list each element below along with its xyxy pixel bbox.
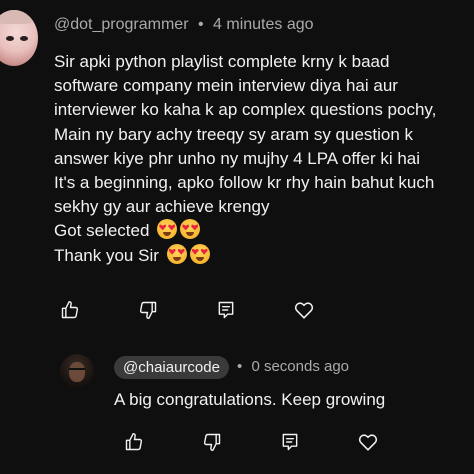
comment-meta: @dot_programmer • 4 minutes ago: [54, 16, 314, 34]
thumbs-down-icon: [203, 433, 221, 452]
comment-line: answer kiye phr unho ny mujhy 4 LPA offe…: [54, 148, 421, 168]
comment-line-thank-you: Thank you Sir: [54, 243, 474, 268]
thumbs-down-icon: [139, 301, 157, 320]
thumbs-up-icon: [61, 300, 79, 319]
comment-line: sekhy gy aur achieve krengy: [54, 197, 270, 217]
comment-timestamp[interactable]: 4 minutes ago: [213, 16, 314, 33]
heart-button[interactable]: [292, 298, 316, 322]
reply-icon: [282, 433, 298, 451]
heart-eyes-emoji-icon: [180, 219, 201, 240]
reply-icon: [218, 301, 234, 319]
like-button[interactable]: [58, 298, 82, 322]
comment-line: software company mein interview diya hai…: [54, 76, 398, 96]
comment-line-got-selected: Got selected: [54, 219, 474, 243]
reply-body: A big congratulations. Keep growing: [114, 390, 386, 409]
reply-button[interactable]: [214, 298, 238, 322]
reply-actions: [122, 430, 434, 454]
heart-eyes-emoji-icon: [166, 243, 187, 264]
meta-separator: •: [237, 358, 243, 375]
reply-heart-button[interactable]: [356, 430, 380, 454]
reply-timestamp[interactable]: 0 seconds ago: [251, 358, 349, 375]
comment-actions: [58, 298, 370, 322]
commenter-avatar[interactable]: [0, 10, 38, 66]
meta-separator: •: [197, 16, 204, 33]
reply-dislike-button[interactable]: [200, 430, 224, 454]
reply-meta: • 0 seconds ago: [237, 358, 349, 375]
comment-author[interactable]: @dot_programmer: [54, 16, 189, 33]
reply-like-button[interactable]: [122, 430, 146, 454]
comment-line: It's a beginning, apko follow kr rhy hai…: [54, 173, 435, 193]
thumbs-up-icon: [125, 432, 143, 451]
reply-author-avatar[interactable]: [60, 354, 94, 388]
reply-reply-button[interactable]: [278, 430, 302, 454]
comment-line: interviewer ko kaha k ap complex questio…: [54, 100, 437, 120]
comment-line: Main ny bary achy treeqy sy aram sy ques…: [54, 124, 414, 144]
heart-eyes-emoji-icon: [157, 219, 178, 240]
reply-author-badge[interactable]: @chaiaurcode: [114, 356, 229, 379]
comment-body: Sir apki python playlist complete krny k…: [54, 50, 474, 268]
dislike-button[interactable]: [136, 298, 160, 322]
heart-eyes-emoji-icon: [189, 243, 210, 264]
comment-line: Sir apki python playlist complete krny k…: [54, 52, 390, 71]
heart-icon: [358, 434, 378, 451]
heart-icon: [294, 302, 314, 319]
